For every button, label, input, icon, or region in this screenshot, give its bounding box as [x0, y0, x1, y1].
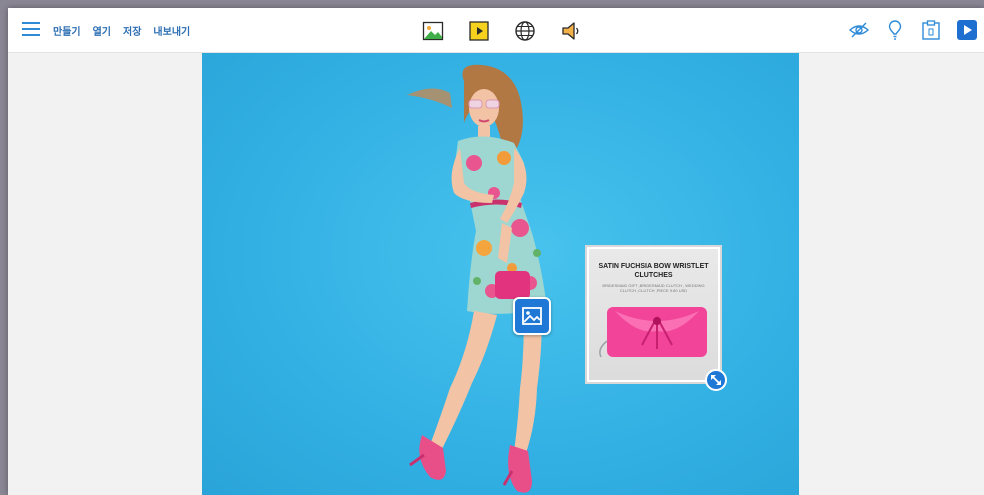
- insert-tools: [422, 20, 582, 42]
- top-toolbar: 만들기 열기 저장 내보내기: [8, 8, 984, 53]
- product-popup-card[interactable]: SATIN FUCHSIA BOW WRISTLET CLUTCHES BRID…: [585, 245, 722, 384]
- pink-clutch-image: [599, 307, 707, 358]
- product-popup-image: SATIN FUCHSIA BOW WRISTLET CLUTCHES BRID…: [589, 249, 718, 380]
- image-hotspot-button[interactable]: [513, 297, 551, 335]
- menu-save[interactable]: 저장: [123, 23, 141, 38]
- play-icon[interactable]: [956, 19, 978, 41]
- resize-handle-icon[interactable]: [705, 369, 727, 391]
- clipboard-icon[interactable]: [920, 19, 942, 41]
- hamburger-menu-icon[interactable]: [22, 22, 40, 36]
- eye-off-icon[interactable]: [848, 19, 870, 41]
- image-icon[interactable]: [422, 20, 444, 42]
- menu-open[interactable]: 열기: [93, 23, 111, 38]
- speaker-icon[interactable]: [560, 20, 582, 42]
- menu-export[interactable]: 내보내기: [153, 23, 190, 38]
- globe-icon[interactable]: [514, 20, 536, 42]
- main-menu: 만들기 열기 저장 내보내기: [53, 23, 190, 38]
- app-window: 만들기 열기 저장 내보내기 SATIN FUCHSIA BOW WRISTLE…: [8, 8, 984, 495]
- menu-create[interactable]: 만들기: [53, 23, 81, 38]
- view-tools: [848, 19, 978, 41]
- product-subtitle: BRIDESMAID GIFT ,BRIDESMAID CLUTCH , WED…: [602, 283, 705, 293]
- video-icon[interactable]: [468, 20, 490, 42]
- product-title: SATIN FUCHSIA BOW WRISTLET CLUTCHES: [598, 263, 709, 279]
- pin-icon[interactable]: [884, 19, 906, 41]
